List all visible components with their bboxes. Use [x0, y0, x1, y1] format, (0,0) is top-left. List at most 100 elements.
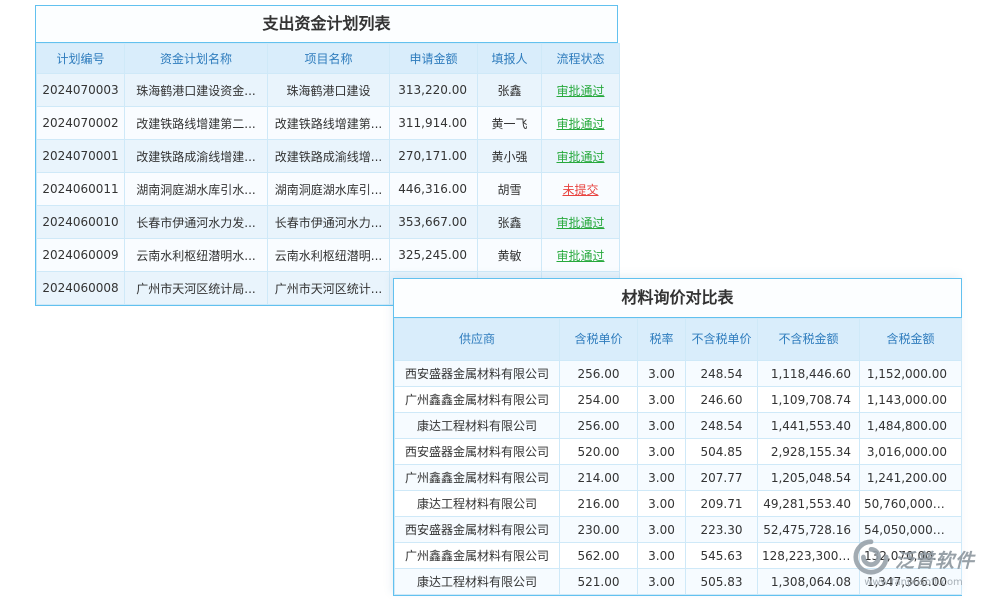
- plan-table-row: 2024060010长春市伊通河水力发...长春市伊通河水力...353,667…: [37, 206, 620, 239]
- quote-gross-amount: 1,484,800.00: [860, 413, 962, 439]
- plan-status[interactable]: 审批通过: [542, 206, 620, 239]
- plan-status[interactable]: 审批通过: [542, 74, 620, 107]
- plan-status[interactable]: 未提交: [542, 173, 620, 206]
- plan-id-link[interactable]: 2024060008: [37, 272, 125, 305]
- plan-col-header-4: 申请金额: [390, 44, 478, 74]
- quote-net-price: 246.60: [686, 387, 758, 413]
- plan-amount: 446,316.00: [390, 173, 478, 206]
- page: 支出资金计划列表 计划编号资金计划名称项目名称申请金额填报人流程状态 20240…: [0, 0, 1000, 600]
- fanpu-logo-icon: [852, 538, 890, 580]
- quote-net-amount: 1,118,446.60: [758, 361, 860, 387]
- plan-col-header-1: 计划编号: [37, 44, 125, 74]
- quote-tax-rate: 3.00: [638, 491, 686, 517]
- quote-gross-amount: 1,152,000.00: [860, 361, 962, 387]
- quote-unit-price: 230.00: [560, 517, 638, 543]
- quote-supplier-link[interactable]: 广州鑫鑫金属材料有限公司: [395, 543, 560, 569]
- plan-name-link[interactable]: 广州市天河区统计局...: [125, 272, 268, 305]
- plan-name-link[interactable]: 珠海鹤港口建设资金...: [125, 74, 268, 107]
- quote-col-header-2: 含税单价: [560, 319, 638, 361]
- quote-col-header-6: 含税金额: [860, 319, 962, 361]
- plan-project-link[interactable]: 珠海鹤港口建设: [268, 74, 390, 107]
- quote-unit-price: 214.00: [560, 465, 638, 491]
- quote-unit-price: 256.00: [560, 413, 638, 439]
- quote-tax-rate: 3.00: [638, 543, 686, 569]
- quote-col-header-5: 不含税金额: [758, 319, 860, 361]
- quote-tax-rate: 3.00: [638, 413, 686, 439]
- plan-table-row: 2024060011湖南洞庭湖水库引水...湖南洞庭湖水库引...446,316…: [37, 173, 620, 206]
- quote-unit-price: 562.00: [560, 543, 638, 569]
- plan-id-link[interactable]: 2024070001: [37, 140, 125, 173]
- plan-name-link[interactable]: 湖南洞庭湖水库引水...: [125, 173, 268, 206]
- quote-net-amount: 1,441,553.40: [758, 413, 860, 439]
- plan-project-link[interactable]: 长春市伊通河水力...: [268, 206, 390, 239]
- quote-supplier-link[interactable]: 康达工程材料有限公司: [395, 569, 560, 595]
- quote-net-price: 248.54: [686, 413, 758, 439]
- plan-person-link[interactable]: 张鑫: [478, 74, 542, 107]
- quote-table-row: 康达工程材料有限公司216.003.00209.7149,281,553.405…: [395, 491, 962, 517]
- plan-col-header-6: 流程状态: [542, 44, 620, 74]
- quote-supplier-link[interactable]: 康达工程材料有限公司: [395, 491, 560, 517]
- quote-net-price: 545.63: [686, 543, 758, 569]
- expenditure-plan-table-title: 支出资金计划列表: [36, 6, 617, 43]
- quote-tax-rate: 3.00: [638, 387, 686, 413]
- plan-project-link[interactable]: 改建铁路成渝线增...: [268, 140, 390, 173]
- quote-gross-amount: 1,143,000.00: [860, 387, 962, 413]
- plan-id-link[interactable]: 2024070002: [37, 107, 125, 140]
- quote-net-amount: 49,281,553.40: [758, 491, 860, 517]
- quote-net-amount: 1,308,064.08: [758, 569, 860, 595]
- plan-person-link[interactable]: 黄小强: [478, 140, 542, 173]
- plan-col-header-3: 项目名称: [268, 44, 390, 74]
- quote-supplier-link[interactable]: 康达工程材料有限公司: [395, 413, 560, 439]
- quote-table-row: 广州鑫鑫金属材料有限公司254.003.00246.601,109,708.74…: [395, 387, 962, 413]
- quote-supplier-link[interactable]: 西安盛器金属材料有限公司: [395, 361, 560, 387]
- plan-name-link[interactable]: 长春市伊通河水力发...: [125, 206, 268, 239]
- plan-amount: 313,220.00: [390, 74, 478, 107]
- plan-project-link[interactable]: 改建铁路线增建第...: [268, 107, 390, 140]
- plan-name-link[interactable]: 云南水利枢纽潜明水...: [125, 239, 268, 272]
- plan-id-link[interactable]: 2024060009: [37, 239, 125, 272]
- quote-gross-amount: 1,241,200.00: [860, 465, 962, 491]
- quote-tax-rate: 3.00: [638, 361, 686, 387]
- plan-status[interactable]: 审批通过: [542, 239, 620, 272]
- quote-table-row: 西安盛器金属材料有限公司256.003.00248.541,118,446.60…: [395, 361, 962, 387]
- quote-supplier-link[interactable]: 西安盛器金属材料有限公司: [395, 439, 560, 465]
- quote-tax-rate: 3.00: [638, 569, 686, 595]
- quote-supplier-link[interactable]: 广州鑫鑫金属材料有限公司: [395, 387, 560, 413]
- plan-id-link[interactable]: 2024060011: [37, 173, 125, 206]
- plan-person-link[interactable]: 张鑫: [478, 206, 542, 239]
- plan-col-header-2: 资金计划名称: [125, 44, 268, 74]
- quote-net-price: 505.83: [686, 569, 758, 595]
- quote-supplier-link[interactable]: 广州鑫鑫金属材料有限公司: [395, 465, 560, 491]
- quote-unit-price: 216.00: [560, 491, 638, 517]
- plan-table-row: 2024070001改建铁路成渝线增建...改建铁路成渝线增...270,171…: [37, 140, 620, 173]
- plan-table-row: 2024070002改建铁路线增建第二...改建铁路线增建第...311,914…: [37, 107, 620, 140]
- quote-net-price: 209.71: [686, 491, 758, 517]
- quote-net-price: 504.85: [686, 439, 758, 465]
- quote-table-row: 广州鑫鑫金属材料有限公司214.003.00207.771,205,048.54…: [395, 465, 962, 491]
- quote-col-header-1: 供应商: [395, 319, 560, 361]
- brand-watermark: 泛普软件 www.fanpusoft.com: [852, 538, 975, 588]
- plan-table-row: 2024060009云南水利枢纽潜明水...云南水利枢纽潜明...325,245…: [37, 239, 620, 272]
- plan-id-link[interactable]: 2024060010: [37, 206, 125, 239]
- plan-status[interactable]: 审批通过: [542, 107, 620, 140]
- plan-table-header-row: 计划编号资金计划名称项目名称申请金额填报人流程状态: [37, 44, 620, 74]
- plan-amount: 311,914.00: [390, 107, 478, 140]
- plan-name-link[interactable]: 改建铁路线增建第二...: [125, 107, 268, 140]
- plan-project-link[interactable]: 湖南洞庭湖水库引...: [268, 173, 390, 206]
- plan-status[interactable]: 审批通过: [542, 140, 620, 173]
- plan-project-link[interactable]: 广州市天河区统计...: [268, 272, 390, 305]
- quote-table-row: 西安盛器金属材料有限公司520.003.00504.852,928,155.34…: [395, 439, 962, 465]
- plan-person-link[interactable]: 黄一飞: [478, 107, 542, 140]
- quote-net-price: 223.30: [686, 517, 758, 543]
- plan-person-link[interactable]: 胡雪: [478, 173, 542, 206]
- quote-tax-rate: 3.00: [638, 517, 686, 543]
- plan-id-link[interactable]: 2024070003: [37, 74, 125, 107]
- quote-tax-rate: 3.00: [638, 465, 686, 491]
- quote-gross-amount: 50,760,000.00: [860, 491, 962, 517]
- plan-amount: 270,171.00: [390, 140, 478, 173]
- quote-table-row: 康达工程材料有限公司256.003.00248.541,441,553.401,…: [395, 413, 962, 439]
- plan-project-link[interactable]: 云南水利枢纽潜明...: [268, 239, 390, 272]
- plan-name-link[interactable]: 改建铁路成渝线增建...: [125, 140, 268, 173]
- plan-person-link[interactable]: 黄敏: [478, 239, 542, 272]
- quote-supplier-link[interactable]: 西安盛器金属材料有限公司: [395, 517, 560, 543]
